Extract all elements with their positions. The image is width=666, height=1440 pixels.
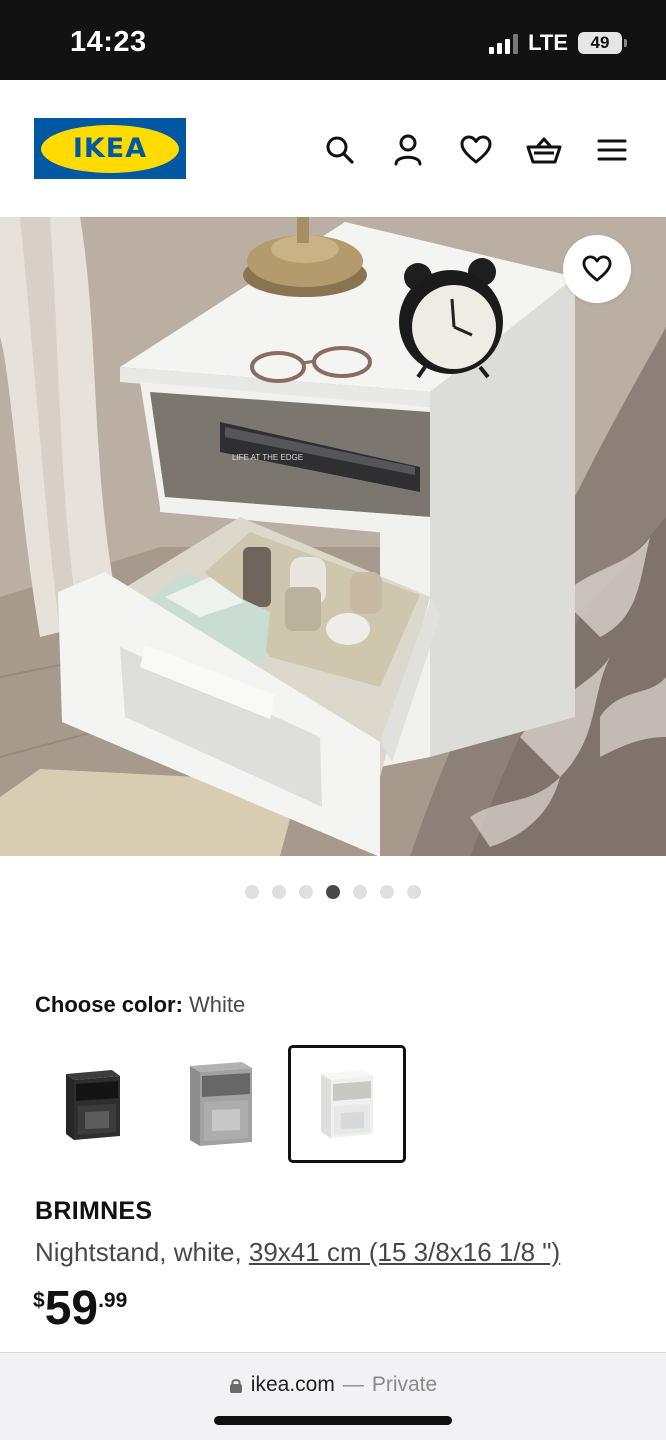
carousel-dot[interactable] [299,885,313,899]
product-photo: LIFE AT THE EDGE [0,217,666,856]
status-bar: 14:23 LTE 49 [0,0,666,80]
product-name: BRIMNES [35,1197,153,1225]
color-swatch-white[interactable] [288,1045,406,1163]
site-header: IKEA [0,80,666,217]
url-domain: ikea.com [250,1373,335,1396]
color-swatch-grey[interactable] [161,1045,279,1163]
nightstand-grey-thumbnail [190,1062,252,1146]
signal-icon [489,32,519,54]
battery-icon: 49 [578,32,627,54]
menu-icon[interactable] [594,132,630,168]
carousel-dot[interactable] [407,885,421,899]
selected-color-value: White [189,992,246,1017]
book-spine-text: LIFE AT THE EDGE [232,453,303,462]
choose-color-label: Choose color: [35,992,183,1017]
image-carousel-dots [0,885,666,899]
account-icon[interactable] [390,132,426,168]
header-actions [322,132,630,168]
browser-address-bar[interactable]: ikea.com — Private [0,1352,666,1440]
product-dimensions-link[interactable]: 39x41 cm (15 3/8x16 1/8 ") [249,1237,560,1267]
product-image[interactable]: LIFE AT THE EDGE [0,217,666,856]
carousel-dot[interactable] [326,885,340,899]
favorite-button[interactable] [563,235,631,303]
product-price: $ 59 .99 [33,1283,127,1335]
battery-level: 49 [590,33,610,52]
heart-icon[interactable] [458,132,494,168]
carousel-dot[interactable] [272,885,286,899]
search-icon[interactable] [322,132,358,168]
color-chooser-label: Choose color: White [35,992,245,1018]
nightstand-black-thumbnail [66,1070,120,1140]
price-currency: $ [33,1289,45,1312]
carousel-dot[interactable] [380,885,394,899]
private-mode-label: Private [371,1373,438,1396]
url-separator: — [342,1373,364,1396]
home-indicator[interactable] [214,1416,452,1425]
carousel-dot[interactable] [245,885,259,899]
status-indicators: LTE 49 [489,30,627,56]
logo-text: IKEA [72,133,148,164]
color-swatch-black-brown[interactable] [34,1045,152,1163]
price-decimal: .99 [98,1289,128,1312]
network-type: LTE [528,30,568,55]
status-time: 14:23 [70,26,147,58]
carousel-dot[interactable] [353,885,367,899]
heart-icon [582,255,612,282]
logo-oval: IKEA [41,124,179,173]
address-content: ikea.com — Private [0,1373,666,1397]
product-type: Nightstand, white, [35,1237,249,1267]
ikea-logo[interactable]: IKEA [34,118,186,179]
product-description: Nightstand, white, 39x41 cm (15 3/8x16 1… [35,1237,560,1268]
nightstand-white-thumbnail [321,1070,373,1138]
price-integer: 59 [44,1282,99,1335]
lock-icon [229,1378,242,1393]
basket-icon[interactable] [526,132,562,168]
